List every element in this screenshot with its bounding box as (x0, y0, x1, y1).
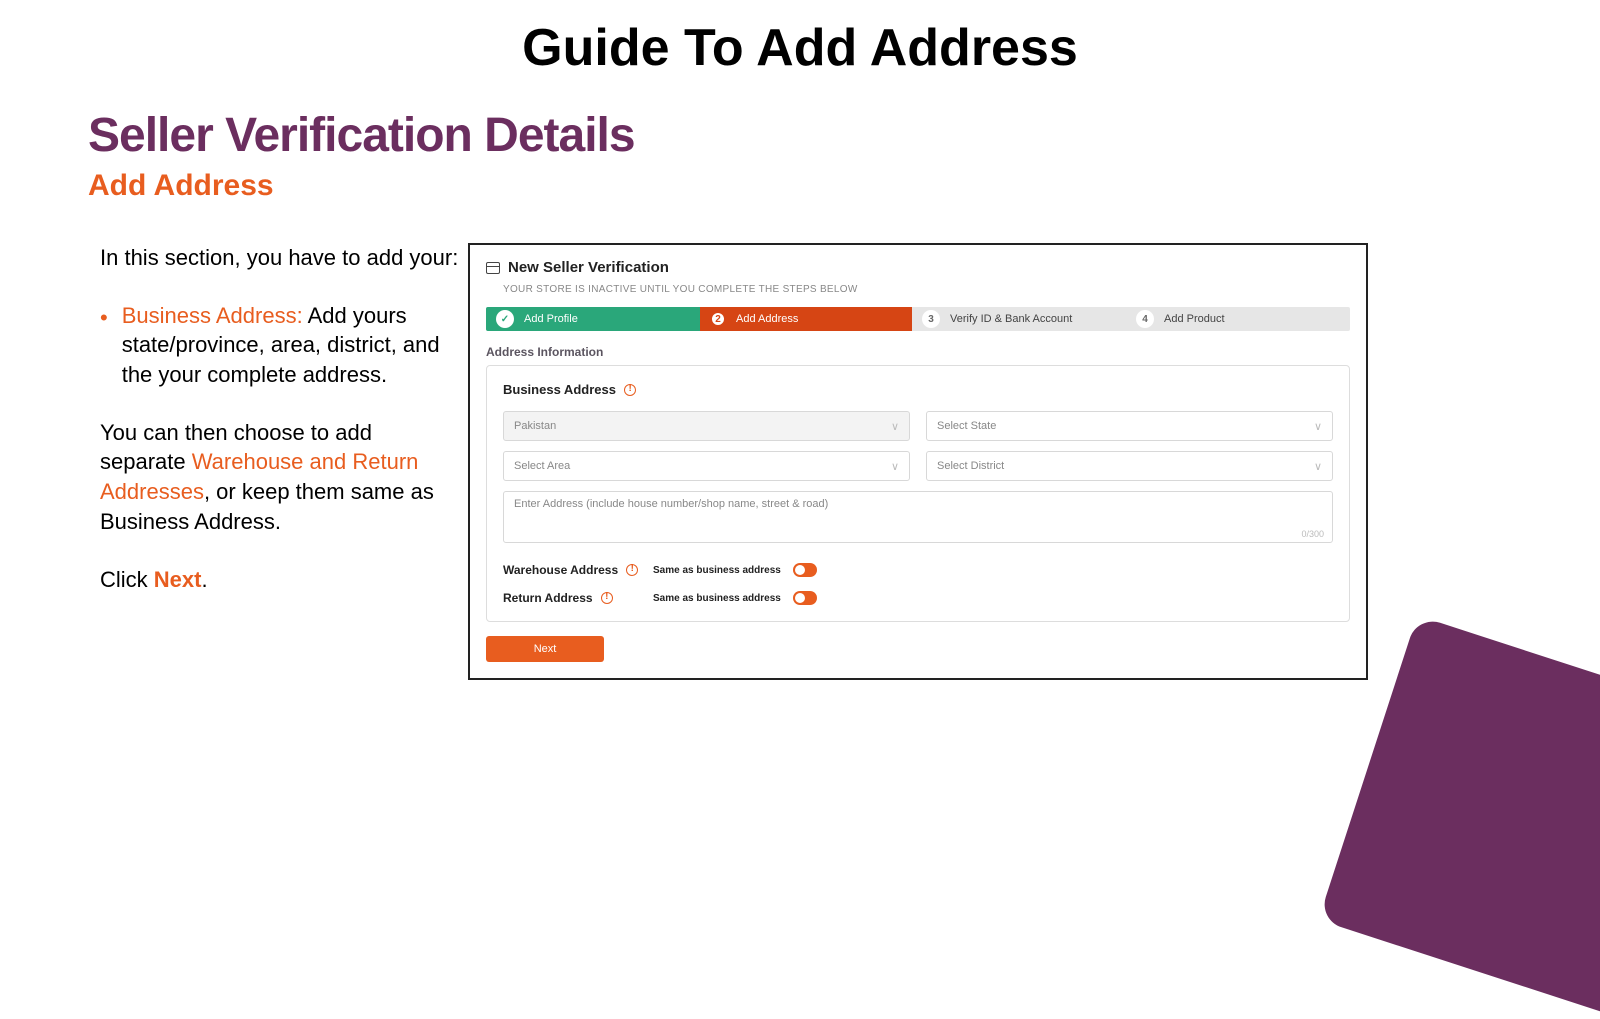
check-icon (496, 310, 514, 328)
info-icon[interactable] (626, 564, 638, 576)
country-select[interactable]: Pakistan ∨ (503, 411, 910, 441)
next-button[interactable]: Next (486, 636, 604, 662)
sub-title: Add Address (88, 169, 1600, 203)
chevron-down-icon: ∨ (1314, 420, 1322, 433)
paragraph-3: Click Next. (100, 565, 460, 595)
area-select[interactable]: Select Area ∨ (503, 451, 910, 481)
page-title: Guide To Add Address (0, 18, 1600, 78)
return-toggle[interactable] (793, 591, 817, 605)
paragraph-2: You can then choose to add separate Ware… (100, 418, 460, 537)
same-as-label: Same as business address (653, 593, 781, 604)
chevron-down-icon: ∨ (1314, 460, 1322, 473)
steps-bar: Add Profile 2 Add Address 3 Verify ID & … (486, 307, 1350, 331)
district-select[interactable]: Select District ∨ (926, 451, 1333, 481)
step-add-address[interactable]: 2 Add Address (700, 307, 912, 331)
intro-text: In this section, you have to add your: (100, 243, 460, 273)
info-icon[interactable] (601, 592, 613, 604)
step-add-product[interactable]: 4 Add Product (1126, 307, 1350, 331)
return-address-label: Return Address (503, 591, 593, 605)
instructions-column: In this section, you have to add your: •… (100, 243, 460, 680)
panel-subtitle: YOUR STORE IS INACTIVE UNTIL YOU COMPLET… (503, 284, 1350, 295)
panel-title: New Seller Verification (508, 259, 669, 276)
card-title: Business Address (503, 382, 616, 397)
section-label: Address Information (486, 345, 1350, 359)
step-verify-id[interactable]: 3 Verify ID & Bank Account (912, 307, 1126, 331)
step-number-2: 2 (710, 311, 726, 327)
section-title: Seller Verification Details (88, 108, 1600, 163)
verification-panel: New Seller Verification YOUR STORE IS IN… (468, 243, 1368, 680)
bullet-item: Business Address: Add yours state/provin… (122, 301, 460, 390)
same-as-label: Same as business address (653, 565, 781, 576)
bullet-label: Business Address: (122, 303, 303, 328)
address-input[interactable]: Enter Address (include house number/shop… (503, 491, 1333, 543)
address-card: Business Address Pakistan ∨ Select State… (486, 365, 1350, 622)
step-number-4: 4 (1136, 310, 1154, 328)
warehouse-address-label: Warehouse Address (503, 563, 618, 577)
step-number-3: 3 (922, 310, 940, 328)
char-count: 0/300 (1301, 529, 1324, 539)
chevron-down-icon: ∨ (891, 420, 899, 433)
chevron-down-icon: ∨ (891, 460, 899, 473)
panel-icon (486, 262, 500, 274)
state-select[interactable]: Select State ∨ (926, 411, 1333, 441)
step-add-profile[interactable]: Add Profile (486, 307, 700, 331)
next-highlight: Next (154, 567, 202, 592)
info-icon[interactable] (624, 384, 636, 396)
bullet-icon: • (100, 303, 108, 390)
warehouse-toggle[interactable] (793, 563, 817, 577)
